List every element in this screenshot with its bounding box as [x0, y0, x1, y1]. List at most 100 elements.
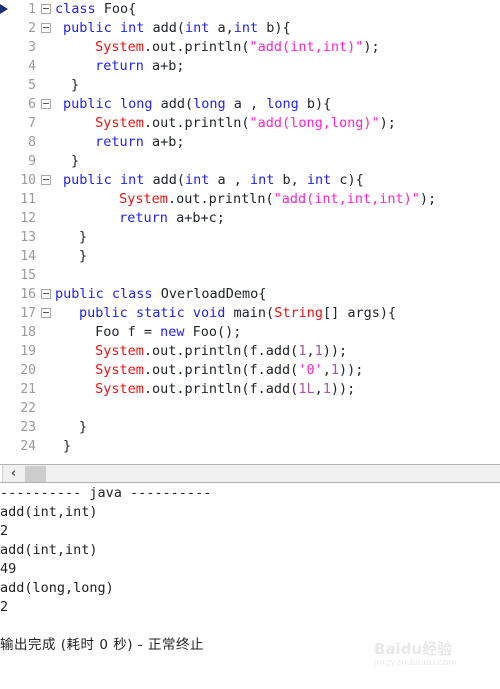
code-token: )); [322, 343, 348, 359]
code-token: } [79, 229, 88, 245]
code-editor[interactable]: 1 class Foo{2 public int add(int a,int b){… [0, 0, 500, 464]
code-fold-toggle[interactable] [41, 289, 51, 299]
code-line[interactable]: 19 System.out.println(f.add(1,1)); [0, 342, 500, 361]
console-output-line: add(int,int) [0, 542, 98, 558]
code-line[interactable]: 1 class Foo{ [0, 0, 500, 19]
code-line-text: System.out.println("add(int,int,int)"); [119, 190, 436, 209]
code-line[interactable]: 23} [0, 418, 500, 437]
line-number: 5 [28, 78, 36, 93]
console-output-line: add(int,int) [0, 504, 98, 520]
code-line[interactable]: 7 System.out.println("add(long,long)"); [0, 114, 500, 133]
code-token: void [192, 305, 226, 321]
line-number: 22 [20, 401, 36, 416]
code-line[interactable]: 10 public int add(int a , int b, int c){ [0, 171, 500, 190]
code-line[interactable]: 14} [0, 247, 500, 266]
code-fold-toggle[interactable] [41, 23, 51, 33]
code-token: "add(int,int)" [249, 39, 364, 55]
code-token: , [306, 343, 315, 359]
code-token: int [119, 172, 145, 188]
code-token: class [111, 286, 153, 302]
code-line-text: class Foo{ [55, 0, 136, 19]
code-token: 1L [298, 381, 315, 397]
line-number: 21 [20, 382, 36, 397]
code-token: b){ [298, 96, 332, 112]
code-token: System [95, 39, 144, 55]
java-ide-window: 1 class Foo{2 public int add(int a,int b){… [0, 0, 500, 689]
code-token: long [266, 96, 299, 112]
line-number: 8 [28, 135, 36, 150]
line-number: 9 [28, 154, 36, 169]
code-line[interactable]: 8 return a+b; [0, 133, 500, 152]
code-token: a , [225, 96, 267, 112]
code-fold-toggle[interactable] [41, 175, 51, 185]
code-token: static [135, 305, 185, 321]
code-line[interactable]: 15 [0, 266, 500, 285]
code-token: return [95, 134, 144, 150]
console-output-pane[interactable]: ---------- java ---------- add(int,int) 2 a… [0, 484, 500, 689]
code-line[interactable]: 18 Foo f = new Foo(); [0, 323, 500, 342]
code-token: public [55, 286, 104, 302]
code-line[interactable]: 17 public static void main(String[] args)… [0, 304, 500, 323]
code-line[interactable]: 20 System.out.println(f.add('0',1)); [0, 361, 500, 380]
code-line[interactable]: 12 return a+b+c; [0, 209, 500, 228]
code-token: main( [225, 305, 275, 321]
code-token: int [119, 20, 145, 36]
code-token: 1 [330, 362, 339, 378]
scrollbar-thumb[interactable] [25, 466, 46, 482]
code-token: ); [419, 191, 437, 207]
code-token: [] args){ [322, 305, 397, 321]
code-fold-toggle[interactable] [41, 308, 51, 318]
line-number: 3 [28, 40, 36, 55]
editor-horizontal-scrollbar[interactable]: ‹ [0, 464, 500, 483]
code-line[interactable]: 3 System.out.println("add(int,int)"); [0, 38, 500, 57]
code-line-text: System.out.println(f.add(1,1)); [95, 342, 347, 361]
code-fold-toggle[interactable] [41, 4, 51, 14]
code-token: b){ [258, 20, 291, 36]
code-token: System [95, 115, 144, 131]
code-token: Foo{ [95, 1, 137, 17]
code-line[interactable]: 2 public int add(int a,int b){ [0, 19, 500, 38]
code-token: .out.println( [143, 115, 250, 131]
code-token: public [63, 96, 112, 112]
code-line-text: public int add(int a,int b){ [63, 19, 291, 38]
code-line[interactable]: 13} [0, 228, 500, 247]
code-line[interactable]: 9} [0, 152, 500, 171]
code-line-text: public class OverloadDemo{ [55, 285, 266, 304]
code-line-text: System.out.println("add(int,int)"); [95, 38, 380, 57]
code-token: int [233, 20, 259, 36]
code-token: } [71, 153, 80, 169]
code-token: Foo(); [184, 324, 242, 340]
code-line-text: } [71, 76, 79, 95]
code-token: c){ [331, 172, 364, 188]
code-fold-toggle[interactable] [41, 99, 51, 109]
code-token: long [193, 96, 226, 112]
line-number: 24 [20, 439, 36, 454]
code-line[interactable]: 5} [0, 76, 500, 95]
code-line-text: } [79, 247, 87, 266]
code-token: } [79, 248, 88, 264]
code-line[interactable]: 16 public class OverloadDemo{ [0, 285, 500, 304]
code-token: System [95, 381, 144, 397]
scroll-left-arrow-icon[interactable]: ‹ [5, 465, 22, 482]
code-line[interactable]: 21 System.out.println(f.add(1L,1)); [0, 380, 500, 399]
code-token: return [95, 58, 144, 74]
code-token: long [119, 96, 153, 112]
code-line[interactable]: 4 return a+b; [0, 57, 500, 76]
code-token: System [95, 362, 144, 378]
console-output-line: 2 [0, 523, 9, 539]
code-line-text: } [63, 437, 71, 456]
code-line[interactable]: 11 System.out.println("add(int,int,int)")… [0, 190, 500, 209]
code-line[interactable]: 6 public long add(long a , long b){ [0, 95, 500, 114]
code-line-text: public static void main(String[] args){ [79, 304, 396, 323]
code-token: System [119, 191, 168, 207]
code-token: .out.println( [167, 191, 274, 207]
code-token: int [306, 172, 332, 188]
line-number: 14 [20, 249, 36, 264]
code-line[interactable]: 22 [0, 399, 500, 418]
code-token: )); [330, 381, 356, 397]
code-token: int [250, 172, 275, 188]
code-line[interactable]: 24} [0, 437, 500, 456]
code-line-text: Foo f = new Foo(); [95, 323, 241, 342]
